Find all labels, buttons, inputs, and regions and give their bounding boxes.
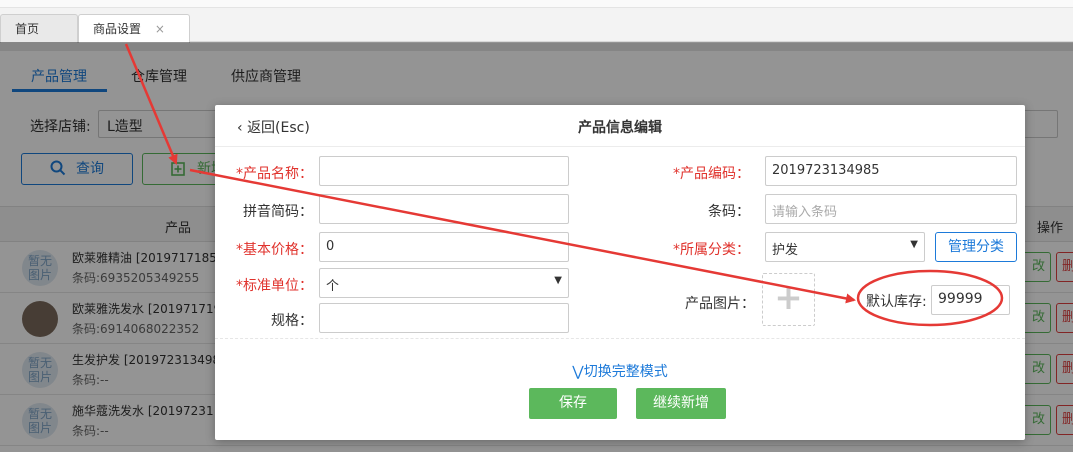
save-button[interactable]: 保存 [529,388,617,419]
default-stock-field[interactable]: 99999 [931,285,1010,315]
barcode-label: 条码： [708,204,750,220]
toggle-full-mode-label: 切换完整模式 [583,364,668,380]
double-chevron-down-icon: ⋁ [572,364,584,380]
pinyin-code-label: 拼音简码： [243,204,313,220]
base-price-label: *基本价格： [236,242,313,258]
product-code-label: *产品编码： [673,166,750,182]
unit-label: *标准单位： [236,278,313,294]
toggle-full-mode-link[interactable]: ⋁切换完整模式 [215,361,1025,381]
category-select[interactable]: 护发 ▼ [765,232,925,262]
barcode-field[interactable]: 请输入条码 [765,194,1017,224]
product-edit-modal: ‹ 返回(Esc) 产品信息编辑 *产品名称： 拼音简码： *基本价格： 0 *… [215,105,1025,440]
tab-home-label: 首页 [15,22,40,36]
pinyin-code-field[interactable] [319,194,569,224]
caret-down-icon: ▼ [910,239,918,250]
modal-header: ‹ 返回(Esc) 产品信息编辑 [215,105,1025,147]
spec-field[interactable] [319,303,569,333]
category-label: *所属分类： [673,242,750,258]
product-name-field[interactable] [319,156,569,186]
unit-select-value: 个 [326,279,340,294]
modal-title: 产品信息编辑 [578,120,662,136]
unit-select[interactable]: 个 ▼ [319,268,569,298]
tab-product-settings-label: 商品设置 [93,22,142,36]
category-select-value: 护发 [772,243,799,258]
base-price-field[interactable]: 0 [319,232,569,262]
product-code-field[interactable]: 2019723134985 [765,156,1017,186]
product-name-label: *产品名称： [236,166,313,182]
spec-label: 规格： [271,313,313,329]
top-edge [0,0,1073,8]
top-tab-strip: 首页 商品设置 × [0,0,1073,44]
tab-home[interactable]: 首页 [0,14,78,43]
product-image-label: 产品图片： [685,296,755,312]
caret-down-icon: ▼ [554,275,562,286]
image-upload-plus-icon[interactable]: + [762,273,815,326]
manage-category-button[interactable]: 管理分类 [935,232,1017,262]
close-icon[interactable]: × [155,22,165,36]
tab-product-settings[interactable]: 商品设置 × [78,14,190,44]
divider [215,338,1025,339]
continue-add-button[interactable]: 继续新增 [636,388,726,419]
default-stock-label: 默认库存: [866,294,927,310]
